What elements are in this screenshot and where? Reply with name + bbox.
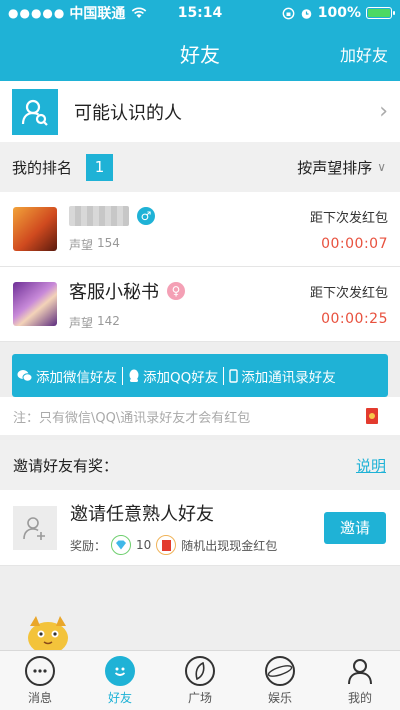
diamond-icon xyxy=(111,535,132,555)
score-value: 142 xyxy=(97,313,120,328)
add-friend-strip: 添加微信好友 添加QQ好友 添加通讯录好友 xyxy=(12,354,388,397)
chevron-down-icon: ∨ xyxy=(377,160,386,174)
status-bar: ●●●●● 中国联通 15:14 100% xyxy=(0,0,400,26)
add-qq-friend-button[interactable]: 添加QQ好友 xyxy=(123,366,223,386)
redpacket-note: 注：只有微信\QQ\通讯录好友才会有红包 xyxy=(0,397,400,435)
tab-me[interactable]: 我的 xyxy=(320,651,400,710)
friends-icon xyxy=(105,655,135,686)
invite-title: 邀请任意熟人好友 xyxy=(70,504,214,525)
add-wechat-friend-button[interactable]: 添加微信好友 xyxy=(12,366,122,386)
add-contacts-friend-button[interactable]: 添加通讯录好友 xyxy=(224,366,341,386)
score-value: 154 xyxy=(97,235,120,250)
tab-plaza[interactable]: 广场 xyxy=(160,651,240,710)
mascot-icon xyxy=(28,616,68,652)
male-icon: ♂ xyxy=(137,206,155,225)
message-icon xyxy=(25,655,55,686)
next-redpacket-caption: 距下次发红包 xyxy=(309,210,388,226)
next-redpacket-caption: 距下次发红包 xyxy=(309,285,388,301)
score-label: 声望 xyxy=(69,315,94,330)
add-contacts-label: 添加通讯录好友 xyxy=(241,369,336,386)
sort-dropdown[interactable]: 按声望排序 ∨ xyxy=(297,157,386,178)
phone-icon xyxy=(229,368,238,383)
friend-name: 客服小秘书 xyxy=(69,281,159,303)
tab-bar: 消息 好友 广场 娱乐 我的 xyxy=(0,650,400,710)
tab-messages[interactable]: 消息 xyxy=(0,651,80,710)
tab-label: 好友 xyxy=(107,690,132,705)
planet-icon xyxy=(265,655,295,686)
tab-label: 消息 xyxy=(27,690,52,705)
top-bar: ●●●●● 中国联通 15:14 100% 好友 加好友 xyxy=(0,0,400,81)
female-icon: ♀ xyxy=(167,281,185,300)
tab-friends[interactable]: 好友 xyxy=(80,651,160,710)
page-title: 好友 xyxy=(180,43,220,67)
red-packet-icon xyxy=(156,535,177,555)
red-envelope-icon xyxy=(366,408,378,424)
tab-entertainment[interactable]: 娱乐 xyxy=(240,651,320,710)
profile-icon xyxy=(345,656,375,686)
wifi-icon xyxy=(132,7,147,18)
score-label: 声望 xyxy=(69,237,94,252)
reward-label: 奖励： xyxy=(70,538,107,553)
redpacket-text: 随机出现现金红包 xyxy=(181,538,278,553)
avatar xyxy=(13,282,57,326)
carrier-name: 中国联通 xyxy=(69,6,126,22)
ranking-bar: 我的排名 1 按声望排序 ∨ xyxy=(0,142,400,192)
people-you-may-know-row[interactable]: 可能认识的人 › xyxy=(0,81,400,142)
my-rank-label: 我的排名 xyxy=(12,158,73,177)
alarm-icon xyxy=(301,8,312,19)
friend-row[interactable]: ♂ 声望 154 距下次发红包 00:00:07 xyxy=(0,192,400,267)
tab-label: 娱乐 xyxy=(267,690,292,705)
chevron-right-icon: › xyxy=(379,99,388,124)
add-person-icon xyxy=(13,505,57,550)
add-wechat-label: 添加微信好友 xyxy=(36,369,117,386)
rank-badge: 1 xyxy=(86,153,114,181)
invite-row: 邀请任意熟人好友 奖励： 10 随机出现现金红包 邀请 xyxy=(0,490,400,566)
wechat-icon xyxy=(17,369,33,382)
add-friend-button[interactable]: 加好友 xyxy=(340,42,388,66)
avatar xyxy=(13,207,57,251)
plaza-icon xyxy=(185,655,215,686)
suggest-label: 可能认识的人 xyxy=(74,102,182,124)
explain-link[interactable]: 说明 xyxy=(356,455,386,476)
countdown-timer: 00:00:25 xyxy=(321,310,388,327)
tab-label: 我的 xyxy=(347,690,372,705)
invite-header: 邀请好友有奖： 说明 xyxy=(0,440,400,490)
signal-indicator: ●●●●● xyxy=(8,6,66,20)
gem-count: 10 xyxy=(136,538,152,552)
battery-percent: 100% xyxy=(317,5,361,21)
person-search-icon xyxy=(12,88,58,135)
friend-row[interactable]: 客服小秘书 ♀ 声望 142 距下次发红包 00:00:25 xyxy=(0,267,400,342)
add-qq-label: 添加QQ好友 xyxy=(143,369,219,386)
qq-icon xyxy=(129,369,139,382)
friend-name-redacted xyxy=(69,205,129,226)
tab-label: 广场 xyxy=(187,690,212,705)
countdown-timer: 00:00:07 xyxy=(321,235,388,252)
note-text: 注：只有微信\QQ\通讯录好友才会有红包 xyxy=(13,410,251,426)
sort-label: 按声望排序 xyxy=(297,158,373,177)
invite-header-label: 邀请好友有奖： xyxy=(13,456,119,475)
nav-bar: 好友 加好友 xyxy=(0,26,400,81)
invite-button[interactable]: 邀请 xyxy=(324,511,386,544)
battery-icon xyxy=(366,7,395,19)
rotation-lock-icon xyxy=(282,7,295,19)
